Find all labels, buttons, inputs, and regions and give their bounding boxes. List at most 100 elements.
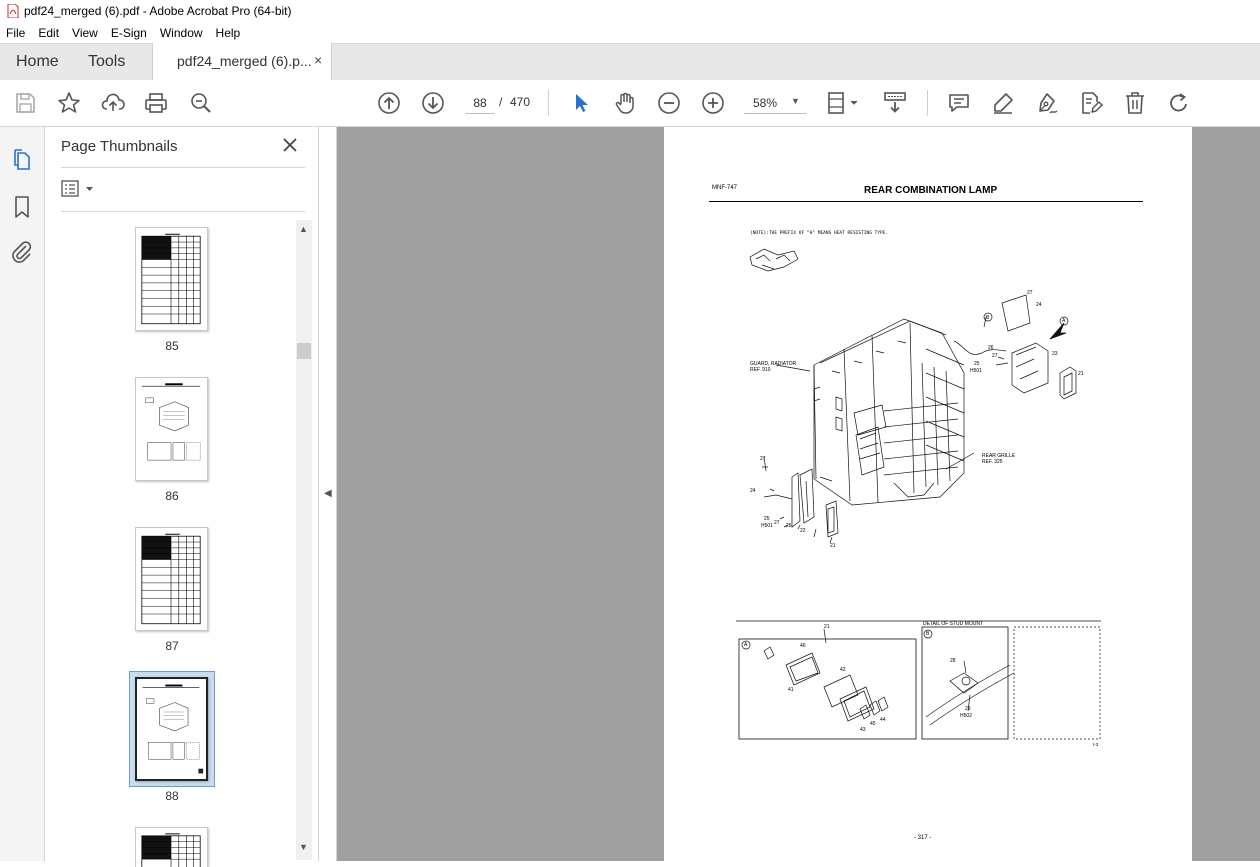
- page-thumbnails-icon[interactable]: [9, 147, 35, 173]
- callout-27: 27: [1027, 290, 1033, 296]
- collapse-arrow-icon[interactable]: ◀: [324, 488, 332, 499]
- hand-icon[interactable]: [612, 90, 638, 116]
- callout-25b: 25: [764, 516, 770, 522]
- attachment-icon[interactable]: [9, 239, 35, 265]
- save-icon[interactable]: [12, 90, 38, 116]
- menu-window[interactable]: Window: [154, 26, 210, 40]
- callout-25: 25: [974, 361, 980, 367]
- callout-guard-ref: REF. 910: [750, 367, 771, 373]
- callout-26: 26: [988, 345, 994, 351]
- callout-44: 44: [880, 717, 886, 723]
- page-up-icon[interactable]: [376, 90, 402, 116]
- callout-42: 42: [840, 667, 846, 673]
- callout-b: B: [986, 315, 990, 321]
- callout-h501b: H501: [761, 523, 773, 529]
- table-page-preview: [141, 833, 201, 867]
- menu-help[interactable]: Help: [210, 26, 248, 40]
- bookmark-icon[interactable]: [9, 194, 35, 220]
- scrollbar-thumb[interactable]: [297, 343, 311, 359]
- tab-home[interactable]: Home: [16, 44, 59, 80]
- fit-page-icon[interactable]: [826, 90, 862, 116]
- callout-29: 29: [965, 706, 971, 712]
- close-panel-icon[interactable]: [281, 136, 299, 154]
- print-icon[interactable]: [143, 90, 169, 116]
- window-title: pdf24_merged (6).pdf - Adobe Acrobat Pro…: [24, 4, 292, 18]
- page-thumbnail-88[interactable]: [135, 677, 208, 781]
- corner-mark: t-3: [1093, 742, 1099, 747]
- star-icon[interactable]: [56, 90, 82, 116]
- thumbnail-options-icon[interactable]: [61, 179, 101, 199]
- callout-26b: 26: [786, 523, 792, 529]
- thumbnail-label: 88: [165, 789, 179, 803]
- thumbnail-label: 87: [165, 639, 179, 653]
- select-cursor-icon[interactable]: [568, 90, 594, 116]
- scroll-up-icon[interactable]: ▲: [299, 224, 308, 234]
- left-tool-rail: [0, 127, 45, 861]
- callout-46: 46: [800, 643, 806, 649]
- table-page-preview: [141, 233, 201, 325]
- highlight-icon[interactable]: [990, 90, 1016, 116]
- scroll-down-icon[interactable]: ▼: [299, 842, 308, 852]
- table-page-preview: [141, 533, 201, 625]
- edit-pdf-icon[interactable]: [1078, 90, 1104, 116]
- rear-lamp-exploded-drawing: [736, 248, 1101, 740]
- callout-21b: 21: [830, 543, 836, 549]
- tab-tools[interactable]: Tools: [88, 44, 125, 80]
- menu-view[interactable]: View: [66, 26, 105, 40]
- page-thumbnail-86[interactable]: [135, 377, 208, 481]
- toolbar: / 470 58% ▼: [0, 80, 1260, 127]
- page-down-icon[interactable]: [420, 90, 446, 116]
- upload-icon[interactable]: [100, 90, 126, 116]
- delete-icon[interactable]: [1122, 90, 1148, 116]
- panel-collapse-strip[interactable]: ◀: [319, 127, 337, 861]
- callout-21c: 21: [824, 624, 830, 630]
- detail-a-marker: A: [744, 642, 748, 648]
- panel-heading: Page Thumbnails: [61, 138, 178, 155]
- zoom-search-icon[interactable]: [188, 90, 214, 116]
- detail-b-marker: B: [926, 631, 930, 637]
- acrobat-pdf-icon: [7, 4, 19, 18]
- page-total: 470: [510, 95, 531, 109]
- document-viewer[interactable]: MNF-747 REAR COMBINATION LAMP (NOTE):THE…: [337, 127, 1260, 861]
- callout-22: 22: [800, 528, 806, 534]
- detail-stud-mount-label: DETAIL OF STUD MOUNT: [923, 621, 983, 627]
- callout-28: 28: [950, 658, 956, 664]
- callout-h501: H501: [970, 368, 982, 374]
- callout-grille-ref: REF. 325: [982, 459, 1003, 465]
- scroll-mode-icon[interactable]: [882, 90, 908, 116]
- divider: [61, 167, 305, 168]
- callout-h502: H502: [960, 713, 972, 719]
- toolbar-divider: [927, 90, 928, 116]
- callout-27b: 27: [992, 353, 998, 359]
- tab-bar: Home Tools pdf24_merged (6).p... ×: [0, 43, 1260, 81]
- page-thumbnail-85[interactable]: [135, 227, 208, 331]
- drawing-page-preview: [142, 684, 204, 774]
- page-number-input[interactable]: [466, 92, 494, 114]
- zoom-in-icon[interactable]: [700, 90, 726, 116]
- pdf-page: MNF-747 REAR COMBINATION LAMP (NOTE):THE…: [664, 127, 1192, 861]
- toolbar-divider: [548, 90, 549, 116]
- callout-a: A: [1062, 318, 1066, 324]
- rotate-icon[interactable]: [1166, 90, 1192, 116]
- thumbnail-scrollbar[interactable]: ▲ ▼: [296, 220, 312, 860]
- callout-43: 43: [860, 727, 866, 733]
- callout-27c: 27: [760, 456, 766, 462]
- menu-edit[interactable]: Edit: [32, 26, 66, 40]
- drawing-page-preview: [141, 383, 201, 461]
- menu-bar: File Edit View E-Sign Window Help: [0, 22, 1260, 43]
- menu-file[interactable]: File: [0, 26, 32, 40]
- thumbnails-panel: Page Thumbnails 85 86 87 88 ▲ ▼: [45, 127, 319, 867]
- menu-esign[interactable]: E-Sign: [105, 26, 154, 40]
- zoom-out-icon[interactable]: [656, 90, 682, 116]
- callout-23: 23: [1052, 351, 1058, 357]
- close-tab-icon[interactable]: ×: [314, 52, 322, 68]
- divider: [61, 211, 305, 212]
- page-thumbnail-89[interactable]: [135, 827, 208, 867]
- title-bar: pdf24_merged (6).pdf - Adobe Acrobat Pro…: [0, 0, 1260, 22]
- page-thumbnail-87[interactable]: [135, 527, 208, 631]
- zoom-dropdown[interactable]: 58% ▼: [744, 92, 806, 114]
- document-tab[interactable]: pdf24_merged (6).p... ×: [152, 43, 332, 81]
- sign-icon[interactable]: [1034, 90, 1060, 116]
- comment-icon[interactable]: [946, 90, 972, 116]
- callout-24b: 24: [750, 488, 756, 494]
